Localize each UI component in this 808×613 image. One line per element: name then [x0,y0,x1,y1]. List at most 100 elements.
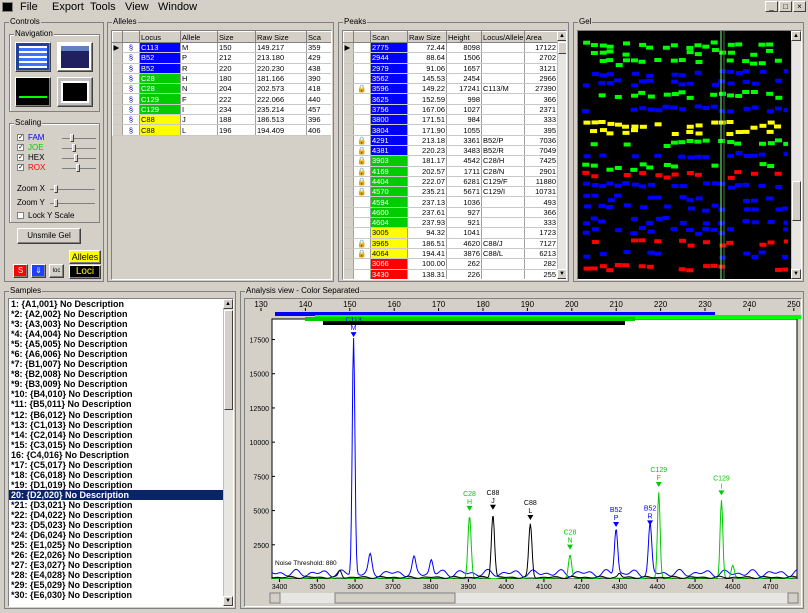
scroll-down-icon[interactable]: ▼ [557,269,566,279]
size-cell[interactable]: 150 [217,42,256,54]
locus-label[interactable]: C113 [345,317,361,324]
table-row[interactable]: § B52 P 212 213.180 429 [112,52,331,64]
area-cell[interactable]: 2371 [524,104,558,116]
raw-size-cell[interactable]: 202.573 [255,83,307,95]
area-cell[interactable]: 27390 [524,83,558,95]
locus-label[interactable]: B52 [644,505,657,512]
menu-export[interactable]: Export [52,1,84,13]
raw-size-cell[interactable]: 237.61 [407,207,447,219]
size-cell[interactable]: 180 [217,73,256,85]
table-row[interactable]: 3625 152.59 998 366 [343,93,558,105]
table-row[interactable]: 🔒 3596 149.22 17241 C113/M 27390 [343,83,558,95]
zoom-x-thumb[interactable] [54,185,58,193]
alleles-button[interactable]: Alleles [69,250,101,264]
sample-item[interactable]: *8: {B2,008} No Description [9,369,223,379]
sample-item[interactable]: *27: {E3,027} No Description [9,560,223,570]
table-row[interactable]: 🔒 4169 202.57 1711 C28/N 2901 [343,166,558,177]
area-cell[interactable]: 7127 [524,238,558,249]
sample-item[interactable]: *11: {B5,011} No Description [9,399,223,409]
locus-allele-cell[interactable] [481,124,525,136]
sample-item[interactable]: 1: {A1,001} No Description [9,299,223,309]
area-cell[interactable]: 333 [524,217,558,229]
area-cell[interactable]: 333 [524,114,558,126]
sample-item[interactable]: *30: {E6,030} No Description [9,590,223,600]
locus-cell[interactable]: B52 [139,63,181,74]
sample-item[interactable]: *26: {E2,026} No Description [9,550,223,560]
scroll-down-icon[interactable]: ▼ [223,596,233,606]
height-cell[interactable]: 1036 [446,196,482,208]
chart-scroll-thumb[interactable] [334,592,456,604]
locus-allele-cell[interactable]: C88/J [481,238,525,249]
locus-label[interactable]: C88 [487,490,500,497]
raw-size-cell[interactable]: 181.17 [407,155,447,167]
table-row[interactable]: § B52 R 220 220.230 438 [112,63,331,74]
raw-size-cell[interactable]: 194.41 [407,248,447,260]
size-cell[interactable]: 220 [217,63,256,74]
menu-view[interactable]: View [125,1,149,13]
electropherogram-chart[interactable]: 130 140 150 160 170 180 190 200 210 220 230 240 250 2… [245,299,801,606]
allele-cell[interactable]: J [180,114,218,126]
table-row[interactable]: § C88 J 188 186.513 396 [112,114,331,126]
gel-image-container[interactable]: ▲ ▼ [577,30,802,280]
height-cell[interactable]: 262 [446,258,482,270]
area-cell[interactable]: 2702 [524,52,558,64]
locus-allele-cell[interactable] [481,258,525,270]
allele-label[interactable]: L [528,508,532,515]
raw-size-cell[interactable]: 91.06 [407,63,447,74]
lock-icon[interactable]: 🔒 [353,186,371,198]
scan-cell[interactable]: 4064 [370,248,408,260]
locus-cell[interactable]: C129 [139,93,181,105]
sample-item[interactable]: 20: {D2,020} No Description [9,489,223,500]
table-row[interactable]: § C129 F 222 222.066 440 [112,93,331,105]
scan-cell[interactable]: 3804 [370,124,408,136]
samples-list[interactable]: 1: {A1,001} No Description *2: {A2,002} N… [9,299,223,600]
scan-cell[interactable]: 440 [306,93,331,105]
sample-item[interactable]: *12: {B6,012} No Description [9,410,223,420]
locus-allele-cell[interactable] [481,42,525,54]
allele-cell[interactable]: P [180,52,218,64]
scan-cell[interactable]: 418 [306,83,331,95]
sample-item[interactable]: *2: {A2,002} No Description [9,309,223,319]
unsmile-gel-button[interactable]: Unsmile Gel [17,228,81,244]
area-cell[interactable]: 11880 [524,176,558,188]
area-cell[interactable]: 7049 [524,145,558,157]
area-cell[interactable]: 7425 [524,155,558,167]
peaks-scroll-thumb[interactable] [558,42,566,54]
locus-allele-cell[interactable]: C113/M [481,83,525,95]
raw-size-cell[interactable]: 94.32 [407,227,447,239]
sample-item[interactable]: *19: {D1,019} No Description [9,480,223,490]
scan-cell[interactable]: 3800 [370,114,408,126]
table-row[interactable]: 3756 167.06 1027 2371 [343,104,558,116]
scan-cell[interactable]: 3965 [370,238,408,249]
col-header-locus-allele[interactable]: Locus/Allele [481,31,525,43]
sample-item[interactable]: *9: {B3,009} No Description [9,379,223,389]
close-button[interactable]: × [793,1,806,12]
table-row[interactable]: 3562 145.53 2454 2966 [343,73,558,85]
raw-size-cell[interactable]: 167.06 [407,104,447,116]
raw-size-cell[interactable]: 194.409 [255,124,307,136]
height-cell[interactable]: 6281 [446,176,482,188]
height-cell[interactable]: 1027 [446,104,482,116]
table-row[interactable]: 🔒 4570 235.21 5671 C129/I 10731 [343,186,558,198]
dye-slider-thumb-hex[interactable] [74,154,78,162]
raw-size-cell[interactable]: 171.90 [407,124,447,136]
nav-analysis-view-button[interactable] [57,77,93,107]
height-cell[interactable]: 4620 [446,238,482,249]
locus-allele-cell[interactable] [481,207,525,219]
allele-label[interactable]: F [657,475,661,482]
height-cell[interactable]: 3361 [446,135,482,146]
table-row[interactable]: 🔒 4291 213.18 3361 B52/P 7036 [343,135,558,146]
scan-cell[interactable]: 4291 [370,135,408,146]
area-cell[interactable]: 17122 [524,42,558,54]
locus-allele-cell[interactable]: C28/H [481,155,525,167]
raw-size-cell[interactable]: 138.31 [407,269,447,279]
raw-size-cell[interactable]: 152.59 [407,93,447,105]
table-row[interactable]: 3430 138.31 226 255 [343,269,558,279]
allele-label[interactable]: J [491,498,495,505]
raw-size-cell[interactable]: 202.57 [407,166,447,177]
table-row[interactable]: ▶ § C113 M 150 149.217 359 [112,42,331,54]
height-cell[interactable]: 927 [446,207,482,219]
locus-allele-cell[interactable] [481,114,525,126]
height-cell[interactable]: 8098 [446,42,482,54]
allele-label[interactable]: R [648,513,653,520]
